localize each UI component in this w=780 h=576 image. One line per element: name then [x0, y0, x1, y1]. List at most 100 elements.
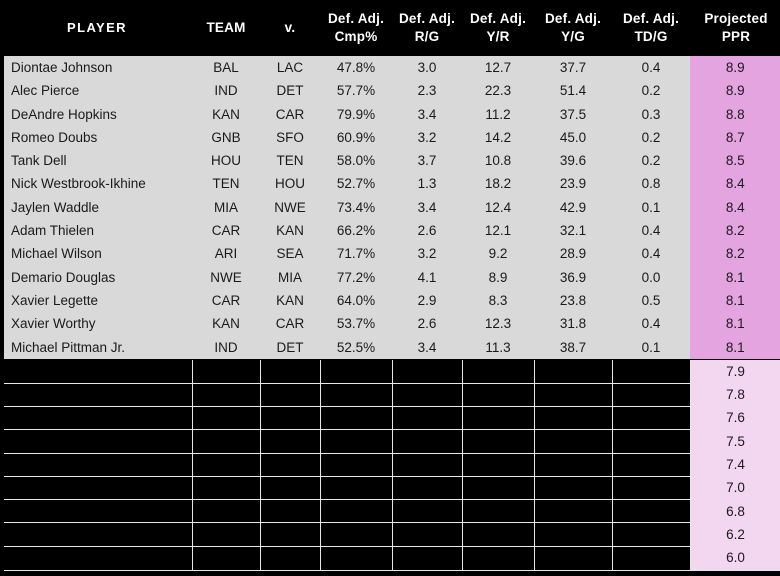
cell-cmp-redacted[interactable] — [320, 476, 393, 501]
cell-player-redacted[interactable] — [0, 359, 193, 384]
cell-yr-redacted[interactable] — [462, 359, 535, 384]
cell-rg[interactable]: 2.9 — [392, 288, 462, 313]
cell-yg-redacted[interactable] — [534, 383, 613, 407]
cell-yr[interactable]: 11.3 — [462, 335, 534, 360]
cell-team[interactable]: NWE — [192, 265, 260, 289]
cell-player-redacted[interactable] — [0, 522, 193, 547]
cell-yg[interactable]: 51.4 — [534, 79, 612, 103]
cell-tdg[interactable]: 0.1 — [612, 195, 690, 220]
cell-team[interactable]: MIA — [192, 195, 260, 220]
cell-cmp[interactable]: 71.7% — [320, 242, 392, 266]
cell-yr-redacted[interactable] — [462, 383, 535, 407]
cell-ppr[interactable]: 8.1 — [690, 335, 780, 360]
cell-cmp[interactable]: 52.5% — [320, 335, 392, 360]
cell-ppr[interactable]: 8.8 — [690, 102, 780, 126]
table-row-hidden[interactable]: 6.8 — [0, 499, 780, 524]
cell-tdg[interactable]: 0.4 — [612, 242, 690, 266]
cell-yg[interactable]: 36.9 — [534, 265, 612, 289]
cell-yg[interactable]: 23.8 — [534, 288, 612, 313]
cell-cmp-redacted[interactable] — [320, 429, 393, 454]
cell-team-redacted[interactable] — [192, 359, 261, 384]
cell-player[interactable]: DeAndre Hopkins — [0, 102, 192, 126]
cell-player-redacted[interactable] — [0, 406, 193, 431]
column-header-team[interactable]: TEAM — [192, 0, 260, 56]
cell-team[interactable]: KAN — [192, 102, 260, 126]
cell-player[interactable]: Tank Dell — [0, 149, 192, 173]
cell-ppr[interactable]: 8.7 — [690, 125, 780, 150]
cell-ppr[interactable]: 6.0 — [690, 546, 780, 571]
cell-rg-redacted[interactable] — [392, 522, 463, 547]
table-row-hidden[interactable]: 6.0 — [0, 546, 780, 571]
cell-vs[interactable]: DET — [260, 335, 320, 360]
cell-tdg[interactable]: 0.2 — [612, 149, 690, 173]
cell-player-redacted[interactable] — [0, 476, 193, 501]
cell-ppr[interactable]: 8.1 — [690, 288, 780, 313]
cell-ppr[interactable]: 6.8 — [690, 499, 780, 523]
cell-ppr[interactable]: 7.4 — [690, 453, 780, 477]
cell-player[interactable]: Adam Thielen — [0, 219, 192, 243]
cell-tdg-redacted[interactable] — [612, 406, 691, 431]
cell-player-redacted[interactable] — [0, 499, 193, 524]
cell-vs[interactable]: DET — [260, 79, 320, 103]
cell-yr-redacted[interactable] — [462, 546, 535, 571]
cell-rg[interactable]: 3.4 — [392, 102, 462, 126]
cell-rg-redacted[interactable] — [392, 359, 463, 384]
cell-tdg-redacted[interactable] — [612, 546, 691, 571]
cell-player[interactable]: Alec Pierce — [0, 79, 192, 103]
cell-vs-redacted[interactable] — [260, 522, 321, 547]
cell-yr-redacted[interactable] — [462, 499, 535, 524]
cell-rg[interactable]: 3.4 — [392, 195, 462, 220]
cell-ppr[interactable]: 8.1 — [690, 312, 780, 336]
column-header-rg[interactable]: Def. Adj. R/G — [392, 0, 462, 56]
cell-player[interactable]: Diontae Johnson — [0, 56, 192, 80]
table-row-hidden[interactable]: 7.4 — [0, 453, 780, 477]
cell-tdg[interactable]: 0.3 — [612, 102, 690, 126]
cell-vs-redacted[interactable] — [260, 359, 321, 384]
cell-vs-redacted[interactable] — [260, 429, 321, 454]
cell-rg[interactable]: 2.6 — [392, 312, 462, 336]
cell-yr[interactable]: 11.2 — [462, 102, 534, 126]
cell-tdg[interactable]: 0.0 — [612, 265, 690, 289]
column-header-tdg[interactable]: Def. Adj. TD/G — [612, 0, 690, 56]
cell-ppr[interactable]: 7.0 — [690, 476, 780, 500]
cell-vs[interactable]: KAN — [260, 219, 320, 243]
cell-team-redacted[interactable] — [192, 522, 261, 547]
cell-vs[interactable]: CAR — [260, 312, 320, 336]
cell-team[interactable]: CAR — [192, 288, 260, 313]
cell-vs-redacted[interactable] — [260, 476, 321, 501]
cell-cmp-redacted[interactable] — [320, 383, 393, 407]
cell-yr[interactable]: 22.3 — [462, 79, 534, 103]
cell-player-redacted[interactable] — [0, 453, 193, 477]
cell-tdg[interactable]: 0.4 — [612, 219, 690, 243]
cell-team[interactable]: IND — [192, 79, 260, 103]
cell-tdg[interactable]: 0.1 — [612, 335, 690, 360]
table-row[interactable]: Nick Westbrook-Ikhine TEN HOU 52.7% 1.3 18.2 2… — [0, 172, 780, 196]
cell-tdg[interactable]: 0.4 — [612, 312, 690, 336]
cell-rg[interactable]: 3.2 — [392, 242, 462, 266]
column-header-yg[interactable]: Def. Adj. Y/G — [534, 0, 612, 56]
cell-vs[interactable]: MIA — [260, 265, 320, 289]
cell-rg-redacted[interactable] — [392, 499, 463, 524]
cell-yr[interactable]: 12.7 — [462, 56, 534, 80]
cell-cmp[interactable]: 73.4% — [320, 195, 392, 220]
cell-tdg-redacted[interactable] — [612, 429, 691, 454]
cell-tdg-redacted[interactable] — [612, 522, 691, 547]
cell-yr-redacted[interactable] — [462, 406, 535, 431]
cell-tdg-redacted[interactable] — [612, 359, 691, 384]
cell-yr-redacted[interactable] — [462, 522, 535, 547]
cell-rg-redacted[interactable] — [392, 406, 463, 431]
cell-yr[interactable]: 9.2 — [462, 242, 534, 266]
cell-tdg[interactable]: 0.5 — [612, 288, 690, 313]
cell-team[interactable]: HOU — [192, 149, 260, 173]
cell-tdg[interactable]: 0.2 — [612, 79, 690, 103]
cell-rg-redacted[interactable] — [392, 476, 463, 501]
cell-vs[interactable]: NWE — [260, 195, 320, 220]
cell-vs[interactable]: LAC — [260, 56, 320, 80]
cell-vs[interactable]: SEA — [260, 242, 320, 266]
cell-team-redacted[interactable] — [192, 499, 261, 524]
cell-yr[interactable]: 12.3 — [462, 312, 534, 336]
table-row[interactable]: Alec Pierce IND DET 57.7% 2.3 22.3 51.4 0.2 8.9 — [0, 79, 780, 103]
cell-vs-redacted[interactable] — [260, 383, 321, 407]
cell-cmp-redacted[interactable] — [320, 546, 393, 571]
cell-player[interactable]: Nick Westbrook-Ikhine — [0, 172, 192, 196]
